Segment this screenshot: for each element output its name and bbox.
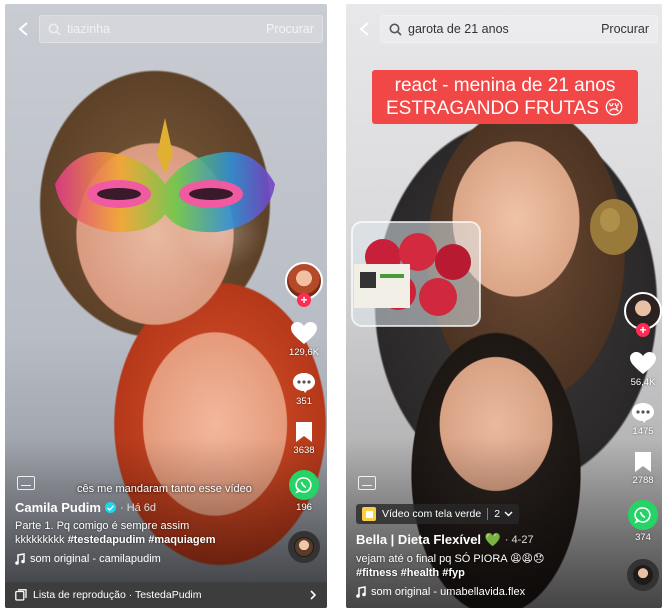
sound-disc[interactable] <box>288 531 320 563</box>
comment-action[interactable]: 351 <box>292 372 316 407</box>
comment-action[interactable]: 1475 <box>631 402 655 437</box>
playlist-icon <box>15 589 27 601</box>
creator-avatar[interactable]: + <box>285 262 323 307</box>
banner-line-1: react - menina de 21 anos <box>394 75 616 96</box>
description-line-1: vejam até o final pq SÓ PIORA 😩😩😞 <box>356 553 545 565</box>
sound-row[interactable]: som original - umabellavida.flex <box>356 586 618 598</box>
author-row[interactable]: Camila Pudim · Há 6d <box>15 500 285 515</box>
like-action[interactable]: 56,4K <box>630 352 656 388</box>
bookmark-icon[interactable] <box>634 451 652 473</box>
effect-count: 2 <box>494 508 501 520</box>
separator <box>487 508 489 520</box>
playlist-bar[interactable]: Lista de reprodução · TestedaPudim <box>5 582 327 608</box>
search-bar[interactable]: tiazinha Procurar <box>39 15 323 43</box>
search-icon <box>48 23 61 36</box>
save-action[interactable]: 2788 <box>632 451 654 486</box>
bookmark-icon[interactable] <box>295 421 313 443</box>
music-note-icon <box>15 553 25 565</box>
heart-icon[interactable] <box>630 352 656 375</box>
description-text: kkkkkkkkk <box>15 534 65 546</box>
sound-row[interactable]: som original - camilapudim <box>15 553 285 565</box>
search-bar[interactable]: garota de 21 anos Procurar <box>380 15 658 43</box>
banner-line-2: ESTRAGANDO FRUTAS 😢 <box>386 98 624 119</box>
like-action[interactable]: 129,6K <box>289 322 319 358</box>
sound-disc[interactable] <box>627 559 659 591</box>
whatsapp-icon[interactable] <box>289 470 319 500</box>
sound-name[interactable]: som original - camilapudim <box>30 553 161 565</box>
chevron-left-icon <box>359 22 369 36</box>
strawberry-box-image <box>351 221 481 327</box>
chevron-down-icon[interactable] <box>504 511 513 517</box>
playlist-label[interactable]: Lista de reprodução · TestedaPudim <box>33 589 309 601</box>
follow-button[interactable]: + <box>636 323 650 337</box>
music-note-icon <box>356 586 366 598</box>
chevron-right-icon[interactable] <box>309 589 317 601</box>
hashtags[interactable]: #testedapudim #maquiagem <box>68 534 216 546</box>
video-description[interactable]: Parte 1. Pq comigo é sempre assim kkkkkk… <box>15 519 285 547</box>
share-count: 374 <box>635 532 651 543</box>
music-disc-icon[interactable] <box>627 559 659 591</box>
search-query[interactable]: garota de 21 anos <box>408 22 601 36</box>
carnival-mask-image <box>55 118 275 233</box>
save-count: 2788 <box>632 475 654 486</box>
author-row[interactable]: Bella | Dieta Flexível 💚 · 4-27 <box>356 532 618 548</box>
follow-button[interactable]: + <box>297 293 311 307</box>
video-feed-left[interactable]: tiazinha Procurar + 129,6K 351 3638 196 <box>5 4 327 608</box>
share-action[interactable]: 196 <box>289 470 319 513</box>
comment-count: 351 <box>296 396 312 407</box>
back-button[interactable] <box>350 14 380 44</box>
post-age: · 4-27 <box>504 534 534 546</box>
heart-icon[interactable] <box>291 322 317 345</box>
search-submit-button[interactable]: Procurar <box>601 22 649 36</box>
video-info: Vídeo com tela verde 2 Bella | Dieta Fle… <box>356 504 618 598</box>
search-query[interactable]: tiazinha <box>67 22 266 36</box>
green-screen-effect-tag[interactable]: Vídeo com tela verde 2 <box>356 504 520 524</box>
comment-icon[interactable] <box>631 402 655 424</box>
save-count: 3638 <box>293 445 315 456</box>
share-count: 196 <box>296 502 312 513</box>
captions-icon[interactable] <box>17 476 35 490</box>
video-description[interactable]: vejam até o final pq SÓ PIORA 😩😩😞 #fitne… <box>356 552 618 580</box>
video-info: Camila Pudim · Há 6d Parte 1. Pq comigo … <box>15 500 285 565</box>
captions-icon[interactable] <box>358 476 376 490</box>
kiwi-image <box>590 199 638 255</box>
search-submit-button[interactable]: Procurar <box>266 22 314 36</box>
back-button[interactable] <box>9 14 39 44</box>
action-sidebar: + 56,4K 1475 2788 374 <box>620 292 662 591</box>
search-header: tiazinha Procurar <box>5 14 327 44</box>
video-caption-banner: react - menina de 21 anos ESTRAGANDO FRU… <box>372 70 638 124</box>
hashtags[interactable]: #fitness #health #fyp <box>356 566 618 580</box>
description-line-1: Parte 1. Pq comigo é sempre assim <box>15 520 190 532</box>
comment-icon[interactable] <box>292 372 316 394</box>
green-screen-icon <box>362 507 376 521</box>
author-name[interactable]: Bella | Dieta Flexível 💚 <box>356 532 501 548</box>
like-count: 129,6K <box>288 347 320 358</box>
effect-label[interactable]: Vídeo com tela verde <box>382 508 481 520</box>
video-feed-right[interactable]: garota de 21 anos Procurar react - menin… <box>346 4 662 608</box>
author-name[interactable]: Camila Pudim <box>15 500 101 515</box>
chevron-left-icon <box>18 22 28 36</box>
video-subtitle: cês me mandaram tanto esse vídeo <box>77 483 252 495</box>
comment-count: 1475 <box>632 426 654 437</box>
creator-avatar[interactable]: + <box>624 292 662 337</box>
search-header: garota de 21 anos Procurar <box>346 14 662 44</box>
verified-badge-icon <box>104 502 116 513</box>
save-action[interactable]: 3638 <box>293 421 315 456</box>
like-count: 56,4K <box>630 377 656 388</box>
whatsapp-icon[interactable] <box>628 500 658 530</box>
music-disc-icon[interactable] <box>288 531 320 563</box>
description-line-2: kkkkkkkkk #testedapudim #maquiagem <box>15 533 285 547</box>
action-sidebar: + 129,6K 351 3638 196 <box>281 262 327 563</box>
sound-name[interactable]: som original - umabellavida.flex <box>371 586 525 598</box>
share-action[interactable]: 374 <box>628 500 658 543</box>
post-age: · Há 6d <box>119 501 157 514</box>
search-icon <box>389 23 402 36</box>
